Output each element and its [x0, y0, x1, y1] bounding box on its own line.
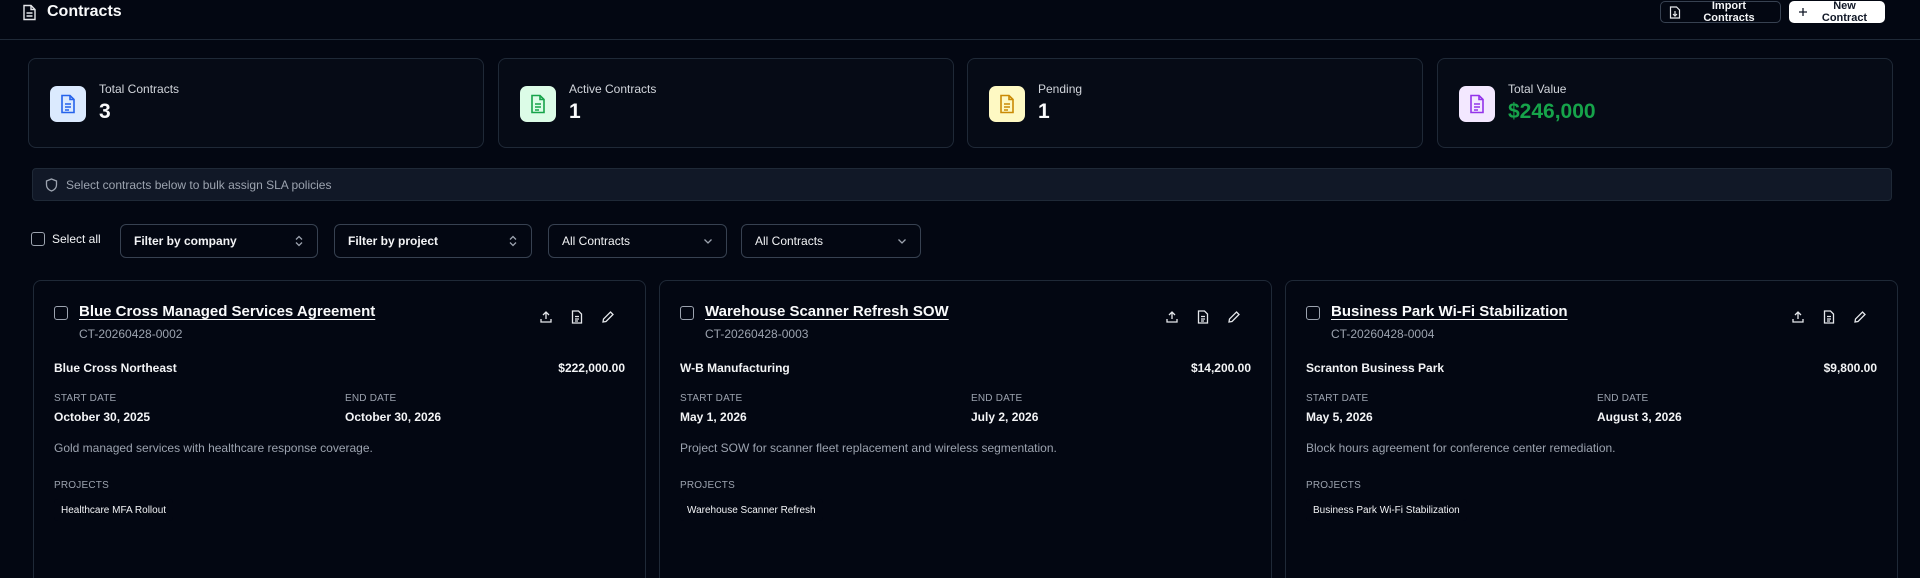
upload-icon[interactable] — [1163, 308, 1181, 326]
type-filter-label: All Contracts — [755, 234, 824, 248]
contract-amount: $14,200.00 — [1190, 361, 1251, 375]
upload-icon[interactable] — [1789, 308, 1807, 326]
project-badge: Warehouse Scanner Refresh — [680, 499, 823, 521]
edit-icon[interactable] — [599, 308, 617, 326]
start-date-value: October 30, 2025 — [54, 410, 151, 424]
company-filter-label: Filter by company — [134, 234, 237, 248]
end-date-label: END DATE — [345, 393, 397, 404]
type-filter[interactable]: All Contracts — [741, 224, 921, 258]
sla-info-banner: Select contracts below to bulk assign SL… — [32, 168, 1892, 201]
start-date-label: START DATE — [680, 393, 743, 404]
start-date-label: START DATE — [54, 393, 117, 404]
page-header: Contracts Import Contracts New Contract — [0, 0, 1920, 40]
projects-label: PROJECTS — [1306, 480, 1361, 491]
stat-value: 1 — [569, 100, 581, 123]
plus-icon — [1798, 7, 1808, 17]
edit-icon[interactable] — [1851, 308, 1869, 326]
import-contracts-label: Import Contracts — [1703, 0, 1755, 24]
document-sla-icon[interactable] — [568, 308, 586, 326]
banner-text: Select contracts below to bulk assign SL… — [66, 177, 332, 192]
file-text-icon — [50, 86, 86, 122]
select-all-checkbox[interactable] — [31, 232, 45, 246]
chevron-down-icon — [703, 238, 713, 245]
contract-card[interactable]: Warehouse Scanner Refresh SOW CT-2026042… — [659, 280, 1272, 578]
select-all-label: Select all — [52, 232, 101, 246]
select-all[interactable]: Select all — [31, 232, 101, 246]
contract-title-link[interactable]: Business Park Wi-Fi Stabilization — [1331, 303, 1568, 320]
contract-description: Block hours agreement for conference cen… — [1306, 441, 1616, 455]
import-contracts-button[interactable]: Import Contracts — [1660, 0, 1781, 24]
contract-amount: $222,000.00 — [558, 361, 625, 375]
stat-card-total: Total Contracts 3 — [28, 58, 484, 148]
end-date-label: END DATE — [1597, 393, 1649, 404]
company-filter[interactable]: Filter by company — [120, 224, 318, 258]
stat-label: Pending — [1038, 82, 1083, 96]
projects-label: PROJECTS — [54, 480, 109, 491]
start-date-value: May 5, 2026 — [1306, 410, 1373, 424]
contract-description: Gold managed services with healthcare re… — [54, 441, 373, 455]
contract-id: CT-20260428-0003 — [705, 327, 809, 341]
file-check-icon — [520, 86, 556, 122]
contract-description: Project SOW for scanner fleet replacemen… — [680, 441, 1057, 455]
start-date-label: START DATE — [1306, 393, 1369, 404]
upload-icon[interactable] — [537, 308, 555, 326]
contract-company: Blue Cross Northeast — [54, 361, 177, 375]
status-filter-label: All Contracts — [562, 234, 631, 248]
contract-title-link[interactable]: Blue Cross Managed Services Agreement — [79, 303, 375, 320]
end-date-label: END DATE — [971, 393, 1023, 404]
card-actions — [1789, 308, 1869, 326]
end-date-value: July 2, 2026 — [971, 410, 1039, 424]
contract-company: W-B Manufacturing — [680, 361, 790, 375]
stat-card-active: Active Contracts 1 — [498, 58, 954, 148]
document-sla-icon[interactable] — [1820, 308, 1838, 326]
contract-checkbox[interactable] — [680, 306, 694, 320]
chevron-down-icon — [897, 238, 907, 245]
project-filter[interactable]: Filter by project — [334, 224, 532, 258]
stat-label: Total Contracts — [99, 82, 180, 96]
edit-icon[interactable] — [1225, 308, 1243, 326]
status-filter[interactable]: All Contracts — [548, 224, 727, 258]
end-date-value: October 30, 2026 — [345, 410, 442, 424]
chevrons-up-down-icon — [508, 235, 518, 247]
contract-checkbox[interactable] — [1306, 306, 1320, 320]
shield-icon — [45, 177, 58, 192]
stat-value: $246,000 — [1508, 100, 1596, 123]
document-sla-icon[interactable] — [1194, 308, 1212, 326]
project-filter-label: Filter by project — [348, 234, 439, 248]
contract-title-link[interactable]: Warehouse Scanner Refresh SOW — [705, 303, 949, 320]
end-date-value: August 3, 2026 — [1597, 410, 1682, 424]
contract-amount: $9,800.00 — [1823, 361, 1877, 375]
chevrons-up-down-icon — [294, 235, 304, 247]
projects-label: PROJECTS — [680, 480, 735, 491]
contract-id: CT-20260428-0002 — [79, 327, 183, 341]
stat-label: Total Value — [1508, 82, 1567, 96]
contract-company: Scranton Business Park — [1306, 361, 1445, 375]
contract-card[interactable]: Blue Cross Managed Services Agreement CT… — [33, 280, 646, 578]
new-contract-button[interactable]: New Contract — [1789, 0, 1885, 24]
file-clock-icon — [989, 86, 1025, 122]
stat-value: 1 — [1038, 100, 1050, 123]
contracts-icon — [22, 4, 37, 21]
card-actions — [1163, 308, 1243, 326]
stat-card-total-value: Total Value $246,000 — [1437, 58, 1893, 148]
start-date-value: May 1, 2026 — [680, 410, 747, 424]
file-dollar-icon — [1459, 86, 1495, 122]
project-badge: Healthcare MFA Rollout — [54, 499, 174, 521]
new-contract-label: New Contract — [1821, 0, 1868, 24]
contract-checkbox[interactable] — [54, 306, 68, 320]
title-wrap: Contracts — [22, 3, 122, 21]
page-title: Contracts — [47, 3, 122, 20]
contract-id: CT-20260428-0004 — [1331, 327, 1435, 341]
stat-label: Active Contracts — [569, 82, 657, 96]
project-badge: Business Park Wi-Fi Stabilization — [1306, 499, 1467, 521]
card-actions — [537, 308, 617, 326]
stat-card-pending: Pending 1 — [967, 58, 1423, 148]
stat-value: 3 — [99, 100, 111, 123]
contract-card[interactable]: Business Park Wi-Fi Stabilization CT-202… — [1285, 280, 1898, 578]
file-import-icon — [1669, 5, 1681, 19]
